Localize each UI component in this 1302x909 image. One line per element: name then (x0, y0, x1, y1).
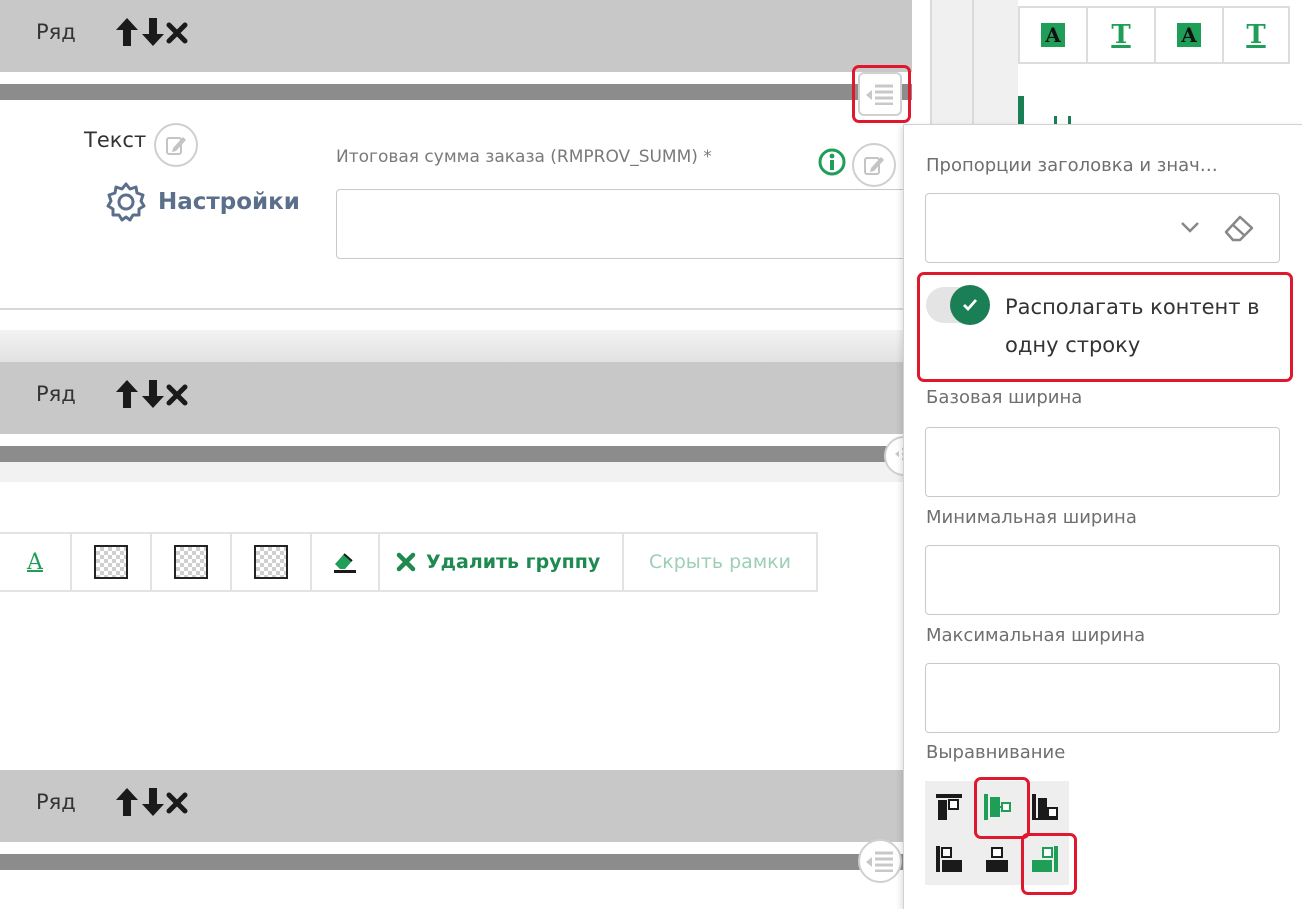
transparent-swatch-icon (174, 545, 208, 579)
highlight-frame (852, 65, 911, 123)
section-divider (0, 308, 912, 310)
scroll-strip-line (972, 0, 974, 124)
text-style-button-3[interactable]: A (1154, 6, 1222, 64)
move-up-icon[interactable] (114, 377, 140, 411)
align-top-left-icon (936, 794, 962, 820)
gear-icon (106, 182, 146, 222)
text-style-toolbar: A T A T (1018, 6, 1290, 64)
settings-link[interactable]: Настройки (104, 180, 300, 224)
settings-label: Настройки (158, 189, 300, 215)
row-spacer (0, 842, 912, 854)
chevron-down-icon[interactable] (1180, 220, 1200, 234)
eraser-icon (334, 553, 356, 573)
row-subbar (0, 462, 912, 482)
edit-sum-button[interactable] (852, 143, 896, 187)
alignment-label: Выравнивание (926, 742, 1066, 763)
border-color-button[interactable] (150, 532, 230, 592)
info-icon[interactable] (818, 148, 846, 176)
section-gap (0, 330, 912, 362)
row-spacer (0, 72, 912, 84)
row-header-1: Ряд (0, 0, 912, 72)
column-settings-toggle[interactable] (858, 839, 902, 883)
row-actions (114, 377, 188, 411)
group-toolbar: A Удалить группу Скрыть рамки (0, 532, 818, 592)
highlight-frame (1021, 833, 1077, 895)
clear-style-button[interactable] (310, 532, 378, 592)
max-width-label: Максимальная ширина (926, 625, 1146, 646)
align-top-left-button[interactable] (925, 781, 973, 833)
row-label: Ряд (36, 382, 76, 406)
row-actions (114, 785, 188, 819)
scroll-strip[interactable] (930, 0, 1018, 124)
hide-borders-button[interactable]: Скрыть рамки (622, 532, 818, 592)
text-style-button-1[interactable]: A (1018, 6, 1086, 64)
delete-group-button[interactable]: Удалить группу (378, 532, 622, 592)
hide-borders-label: Скрыть рамки (649, 551, 791, 573)
background-color-button[interactable] (70, 532, 150, 592)
row-header-3: Ряд (0, 770, 912, 842)
base-width-label: Базовая ширина (926, 387, 1083, 408)
sum-input[interactable] (336, 189, 944, 259)
highlight-frame (917, 272, 1293, 382)
base-width-input[interactable] (925, 427, 1280, 497)
row-divider-bar (0, 84, 912, 100)
align-left-bottom-button[interactable] (925, 833, 973, 885)
edit-icon (864, 157, 884, 175)
shadow-color-button[interactable] (230, 532, 310, 592)
font-a-icon: A (1177, 23, 1201, 47)
delete-row-icon[interactable] (166, 785, 188, 819)
row-header-2: Ряд (0, 362, 912, 434)
move-down-icon[interactable] (140, 377, 166, 411)
text-color-icon: A (27, 549, 43, 575)
row-spacer (0, 434, 912, 446)
accent-marker (1018, 96, 1024, 124)
row-actions (114, 15, 188, 49)
move-down-icon[interactable] (140, 15, 166, 49)
text-field-label: Текст (84, 128, 147, 152)
align-left-bottom-icon (936, 846, 962, 872)
transparent-swatch-icon (94, 545, 128, 579)
row-label: Ряд (36, 790, 76, 814)
edit-text-button[interactable] (154, 123, 198, 167)
edit-icon (166, 137, 186, 155)
column-settings-popover: Пропорции заголовка и знач… Располагать … (903, 124, 1302, 909)
builder-canvas: Ряд Текст Настройки Итоговая сумма заказ… (0, 0, 944, 908)
min-width-input[interactable] (925, 545, 1280, 615)
align-bottom-left-icon (1032, 794, 1058, 820)
proportions-label: Пропорции заголовка и знач… (926, 155, 1218, 176)
align-center-bottom-icon (986, 847, 1008, 872)
font-t-icon: T (1111, 20, 1131, 50)
row-label: Ряд (36, 20, 76, 44)
font-t-icon: T (1246, 20, 1266, 50)
sum-field-label: Итоговая сумма заказа (RMPROV_SUMM) * (336, 147, 712, 167)
highlight-frame (974, 777, 1030, 839)
move-down-icon[interactable] (140, 785, 166, 819)
max-width-input[interactable] (925, 663, 1280, 733)
partial-heading (1054, 112, 1074, 124)
transparent-swatch-icon (254, 545, 288, 579)
eraser-icon[interactable] (1222, 212, 1256, 244)
cross-icon (396, 552, 416, 572)
row-divider-bar (0, 446, 912, 462)
row-divider-bar (0, 854, 912, 870)
align-center-bottom-button[interactable] (973, 833, 1021, 885)
move-up-icon[interactable] (114, 15, 140, 49)
font-a-icon: A (1041, 23, 1065, 47)
delete-row-icon[interactable] (166, 377, 188, 411)
min-width-label: Минимальная ширина (926, 507, 1137, 528)
move-up-icon[interactable] (114, 785, 140, 819)
text-color-button[interactable]: A (0, 532, 70, 592)
proportions-select[interactable] (925, 193, 1280, 263)
text-style-button-2[interactable]: T (1086, 6, 1154, 64)
delete-group-label: Удалить группу (426, 551, 601, 573)
delete-row-icon[interactable] (166, 15, 188, 49)
text-style-button-4[interactable]: T (1222, 6, 1290, 64)
indent-list-icon (866, 851, 893, 872)
